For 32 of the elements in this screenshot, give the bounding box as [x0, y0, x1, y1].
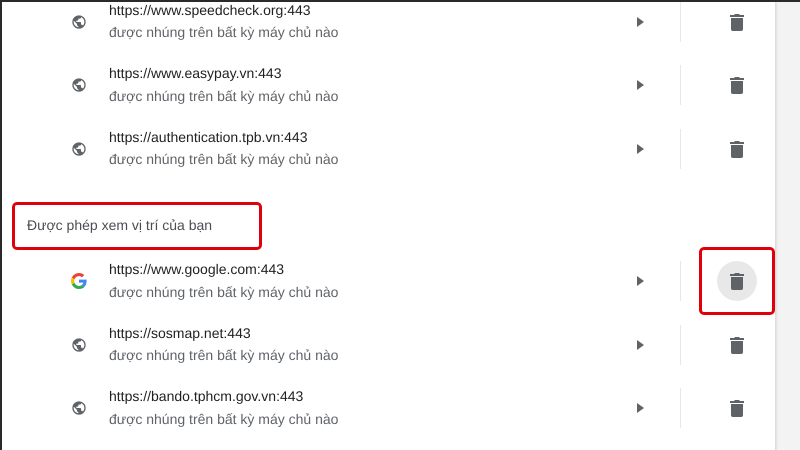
trash-icon: [730, 12, 744, 31]
site-detail: được nhúng trên bất kỳ máy chủ nào: [109, 410, 340, 428]
delete-button[interactable]: [717, 261, 757, 302]
trash-icon: [730, 336, 744, 354]
trash-icon: [730, 76, 744, 94]
site-detail: được nhúng trên bất kỳ máy chủ nào: [109, 88, 340, 106]
expand-arrow-icon[interactable]: [637, 403, 644, 414]
globe-icon: [71, 336, 87, 353]
site-detail: được nhúng trên bất kỳ máy chủ nào: [109, 347, 340, 365]
globe-icon: [71, 400, 87, 416]
trash-icon: [730, 399, 744, 418]
trash-icon: [730, 140, 744, 158]
expand-arrow-icon[interactable]: [637, 340, 644, 350]
site-url: https://www.easypay.vn:443: [109, 65, 282, 83]
site-url: https://www.google.com:443: [109, 261, 286, 279]
globe-icon: [71, 140, 87, 157]
expand-arrow-icon[interactable]: [637, 80, 644, 90]
site-url: https://bando.tphcm.gov.vn:443: [109, 388, 304, 406]
site-url: https://authentication.tpb.vn:443: [109, 128, 308, 146]
globe-icon: [71, 14, 87, 30]
site-detail: được nhúng trên bất kỳ máy chủ nào: [109, 24, 340, 42]
site-detail: được nhúng trên bất kỳ máy chủ nào: [109, 284, 340, 302]
globe-icon: [71, 77, 87, 94]
site-url: https://www.speedcheck.org:443: [109, 2, 312, 20]
site-url: https://sosmap.net:443: [109, 324, 252, 342]
expand-arrow-icon[interactable]: [637, 276, 644, 286]
site-detail: được nhúng trên bất kỳ máy chủ nào: [109, 151, 340, 169]
trash-icon: [730, 272, 744, 290]
section-heading: Được phép xem vị trí của bạn: [27, 216, 212, 235]
google-logo-icon: [71, 273, 87, 290]
expand-arrow-icon[interactable]: [637, 144, 644, 154]
expand-arrow-icon[interactable]: [637, 16, 644, 27]
